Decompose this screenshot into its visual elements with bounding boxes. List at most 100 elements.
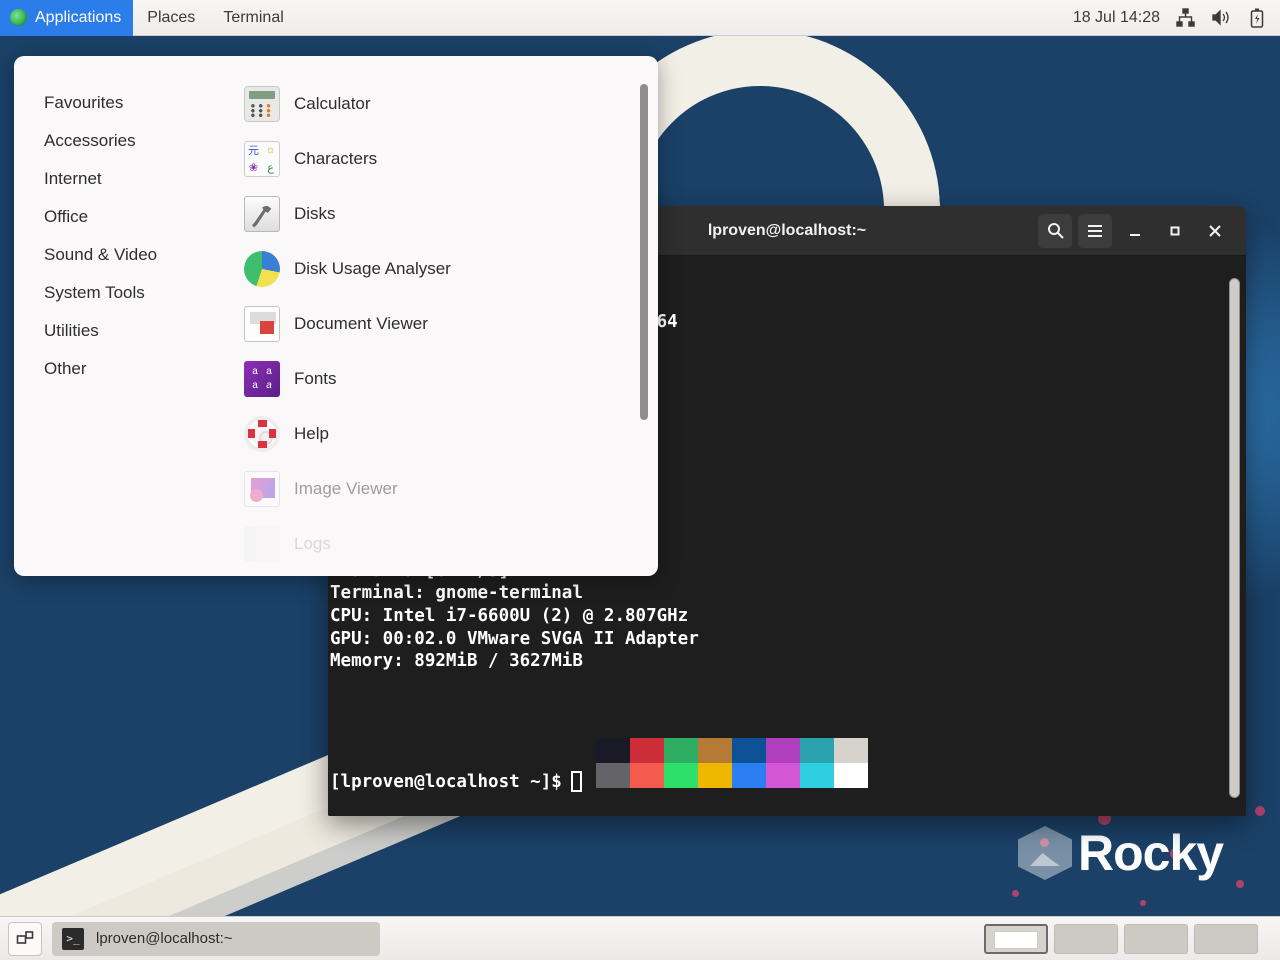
menu-app-label: Disk Usage Analyser [294,258,451,278]
maximize-button[interactable] [1158,214,1192,248]
menu-category-accessories[interactable]: Accessories [14,122,232,160]
volume-icon[interactable] [1210,7,1232,29]
menu-app-characters[interactable]: 元 ☼ ❀ ع Characters [232,131,658,186]
palette-swatch [800,738,834,763]
menu-category-label: Accessories [44,131,136,150]
hamburger-menu-button[interactable] [1078,213,1112,248]
menu-application-list: Calculator 元 ☼ ❀ ع Characters Disks Disk Usage … [232,56,658,576]
menu-app-image-viewer[interactable]: Image Viewer [232,461,658,516]
menu-app-disks[interactable]: Disks [232,186,658,241]
menu-app-label: Fonts [294,368,337,388]
wallpaper-dot [1255,806,1265,816]
palette-swatch [800,763,834,788]
rocky-wordmark: Rocky [1078,825,1224,881]
workspace-1[interactable] [984,923,1048,954]
wallpaper-dot [1140,900,1146,906]
menu-category-utilities[interactable]: Utilities [14,312,232,350]
workspace-2[interactable] [1054,923,1118,954]
terminal-menu-button[interactable]: Terminal [209,0,297,36]
palette-swatch [732,763,766,788]
terminal-line: CPU: Intel i7-6600U (2) @ 2.807GHz [330,605,689,626]
rocky-menu-icon [10,9,27,26]
workspace-window-thumbnail [994,930,1038,949]
palette-swatch [596,763,630,788]
applications-menu-panel[interactable]: Favourites Accessories Internet Office Sound… [14,56,658,576]
palette-swatch [664,763,698,788]
character-glyph: 元 [248,145,259,157]
places-menu-button[interactable]: Places [133,0,209,36]
palette-swatch [766,738,800,763]
menu-category-label: Favourites [44,93,124,112]
ansi-color-palette [596,738,868,788]
workspace-switcher [984,923,1272,954]
menu-app-fonts[interactable]: a a a a Fonts [232,351,658,406]
menu-scrollbar-thumb[interactable] [640,84,648,420]
menu-app-document-viewer[interactable]: Document Viewer [232,296,658,351]
applications-menu-button[interactable]: Applications [0,0,134,36]
menu-app-help[interactable]: Help [232,406,658,461]
menu-app-label: Logs [294,533,331,553]
help-icon [244,415,280,452]
menu-category-other[interactable]: Other [14,350,232,388]
show-desktop-button[interactable] [8,921,42,956]
fonts-icon: aaaa [244,360,280,397]
font-glyph: a [266,380,272,391]
workspace-3[interactable] [1124,923,1188,954]
image-viewer-icon [244,470,280,507]
menu-app-label: Document Viewer [294,313,428,333]
palette-swatch [834,763,868,788]
wallpaper-dot [1236,880,1244,888]
menu-category-list: Favourites Accessories Internet Office Sound… [14,56,232,576]
menu-category-label: Utilities [44,321,99,340]
places-label: Places [147,8,196,26]
menu-app-label: Characters [294,148,378,168]
rocky-mountain-icon [1018,826,1072,880]
menu-category-system-tools[interactable]: System Tools [14,274,232,312]
disks-icon [244,195,280,232]
document-viewer-icon [244,305,280,342]
palette-swatch [630,763,664,788]
characters-icon: 元 ☼ ❀ ع [244,140,280,177]
menu-app-calculator[interactable]: Calculator [232,76,658,131]
terminal-cursor [570,771,582,792]
menu-app-logs[interactable]: Logs [232,516,658,571]
palette-swatch [732,738,766,763]
menu-app-disk-usage-analyser[interactable]: Disk Usage Analyser [232,241,658,296]
workspace-4[interactable] [1194,923,1258,954]
bottom-taskbar: >_ lproven@localhost:~ [0,916,1280,960]
menu-category-label: Other [44,359,87,378]
battery-icon[interactable] [1246,7,1268,29]
wallpaper-dot [1012,890,1019,897]
font-glyph: a [252,380,258,391]
taskbar-window-button[interactable]: >_ lproven@localhost:~ [52,921,380,956]
disk-usage-analyser-icon [244,250,280,287]
palette-swatch [664,738,698,763]
character-glyph: ❀ [248,161,259,174]
search-button[interactable] [1038,213,1072,248]
menu-category-sound-video[interactable]: Sound & Video [14,236,232,274]
menu-category-internet[interactable]: Internet [14,160,232,198]
minimize-button[interactable] [1118,214,1152,248]
font-glyph: a [266,366,272,377]
terminal-scrollbar[interactable] [1229,278,1240,798]
menu-category-label: Office [44,207,89,226]
menu-category-favourites[interactable]: Favourites [14,84,232,122]
rocky-linux-logo: Rocky [1018,824,1224,882]
menu-category-label: System Tools [44,283,145,302]
panel-status-area: 18 Jul 14:28 [1073,7,1280,29]
applications-label: Applications [35,8,122,26]
menu-category-office[interactable]: Office [14,198,232,236]
menu-app-label: Disks [294,203,336,223]
clock[interactable]: 18 Jul 14:28 [1073,9,1160,27]
menu-app-label: Help [294,423,329,443]
top-panel: Applications Places Terminal 18 Jul 14:2… [0,0,1280,36]
palette-swatch [596,738,630,763]
palette-swatch [766,763,800,788]
terminal-icon: >_ [62,927,84,950]
close-button[interactable] [1198,214,1232,248]
network-icon[interactable] [1174,7,1196,29]
font-glyph: a [252,366,258,377]
menu-category-label: Sound & Video [44,245,158,264]
palette-swatch [698,763,732,788]
titlebar-controls [1038,213,1246,248]
